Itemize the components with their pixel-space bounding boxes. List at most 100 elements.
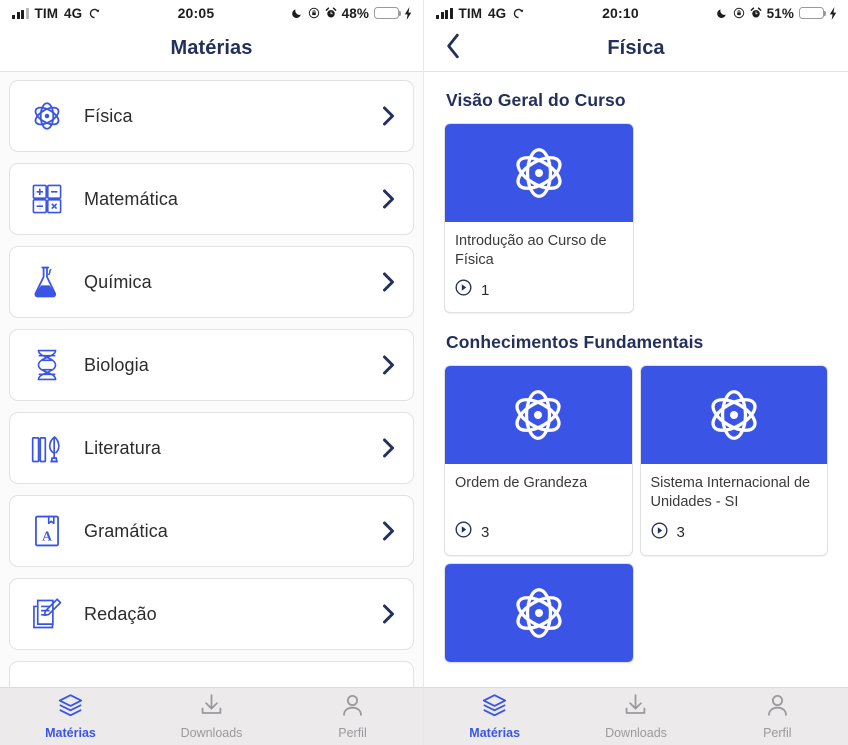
download-icon — [199, 693, 224, 722]
chevron-right-icon — [380, 189, 396, 209]
lesson-thumbnail — [445, 563, 633, 662]
section-title-overview: Visão Geral do Curso — [446, 90, 626, 110]
rotation-lock-icon — [308, 7, 320, 19]
tab-materias[interactable]: Matérias — [424, 693, 565, 740]
atom-icon — [24, 99, 70, 133]
layers-icon — [482, 693, 507, 722]
subject-label: Química — [84, 271, 152, 292]
status-left-group: TIM 4G — [12, 6, 101, 21]
card-row-overview: Introdução ao Curso de Física 1 — [444, 123, 828, 314]
tab-label: Downloads — [180, 726, 243, 740]
subject-item-biologia[interactable]: Biologia — [9, 329, 414, 401]
moon-icon — [291, 7, 303, 19]
course-content[interactable]: Visão Geral do Curso Introdução ao Curso… — [424, 72, 848, 745]
subject-item-redacao[interactable]: Redação — [9, 578, 414, 650]
subject-label: Matemática — [84, 188, 179, 209]
books-quill-icon — [24, 431, 70, 465]
network-type-label: 4G — [64, 5, 83, 21]
battery-percent-label: 48% — [341, 5, 369, 21]
subject-item-quimica[interactable]: Química — [9, 246, 414, 318]
tab-perfil[interactable]: Perfil — [282, 693, 423, 740]
lesson-count: 3 — [676, 524, 685, 541]
lesson-meta: 3 — [651, 522, 818, 544]
person-icon — [340, 693, 365, 722]
nav-bar-right: Física — [424, 26, 848, 72]
card-row-fundamentals: Ordem de Grandeza 3 Sistema Internaciona… — [444, 365, 828, 556]
dual-screenshot: TIM 4G 20:05 48% Matérias Física Matemát… — [0, 0, 848, 745]
page-title: Física — [607, 37, 665, 59]
carrier-label: TIM — [34, 5, 59, 21]
status-bar-left: TIM 4G 20:05 48% — [0, 0, 423, 26]
clock-label: 20:05 — [177, 5, 215, 21]
play-circle-icon — [455, 521, 472, 543]
chevron-left-icon — [445, 33, 461, 64]
chevron-right-icon — [380, 272, 396, 292]
moon-icon — [716, 7, 728, 19]
subject-label: Biologia — [84, 354, 149, 375]
page-title: Matérias — [170, 37, 253, 59]
download-icon — [623, 693, 648, 722]
signal-bars-icon — [436, 7, 453, 19]
phone-screen-subjects: TIM 4G 20:05 48% Matérias Física Matemát… — [0, 0, 424, 745]
lesson-card[interactable]: Sistema Internacional de Unidades - SI 3 — [639, 365, 828, 556]
chevron-right-icon — [380, 355, 396, 375]
lesson-thumbnail — [445, 124, 633, 222]
subjects-list[interactable]: Física Matemática Química Biologia Liter… — [0, 72, 423, 745]
svg-text:A: A — [42, 528, 52, 543]
tab-downloads[interactable]: Downloads — [141, 693, 282, 740]
alarm-clock-icon — [750, 7, 762, 19]
chevron-right-icon — [380, 604, 396, 624]
carrier-label: TIM — [458, 5, 483, 21]
layers-icon — [58, 693, 83, 722]
tab-label: Matérias — [469, 726, 521, 740]
status-right-group: 51% — [716, 6, 838, 21]
lightning-bolt-icon — [829, 6, 838, 20]
tab-materias[interactable]: Matérias — [0, 693, 141, 740]
subject-item-fisica[interactable]: Física — [9, 80, 414, 152]
tab-bar-left: Matérias Downloads Perfil — [0, 687, 423, 745]
lesson-count: 1 — [481, 281, 490, 299]
signal-bars-icon — [12, 7, 29, 19]
card-row-fundamentals-second — [444, 562, 828, 663]
subject-label: Física — [84, 105, 133, 126]
tab-bar-right: Matérias Downloads Perfil — [424, 687, 848, 745]
lesson-title: Sistema Internacional de Unidades - SI — [650, 475, 811, 511]
lesson-thumbnail — [640, 366, 827, 465]
section-title-fundamentals: Conhecimentos Fundamentais — [446, 332, 704, 353]
phone-screen-fisica: TIM 4G 20:10 51% Física Visão Geral do C… — [424, 0, 848, 745]
battery-icon — [374, 7, 402, 19]
document-pencil-icon — [24, 597, 70, 631]
tab-label: Perfil — [338, 726, 367, 740]
chevron-right-icon — [380, 438, 396, 458]
tab-downloads[interactable]: Downloads — [565, 693, 706, 740]
flask-icon — [24, 265, 70, 299]
chevron-right-icon — [380, 106, 396, 126]
status-bar-right: TIM 4G 20:10 51% — [424, 0, 848, 26]
subject-item-gramatica[interactable]: A Gramática — [9, 495, 414, 567]
lesson-card[interactable]: Ordem de Grandeza 3 — [444, 365, 633, 556]
tab-label: Downloads — [605, 726, 667, 740]
play-circle-icon — [455, 279, 472, 301]
tab-label: Matérias — [45, 726, 96, 740]
chevron-right-icon — [380, 521, 396, 541]
lesson-body: Ordem de Grandeza 3 — [445, 464, 632, 554]
location-arrow-icon — [512, 7, 525, 20]
subject-label: Redação — [84, 603, 157, 624]
battery-icon — [799, 7, 827, 19]
tab-perfil[interactable]: Perfil — [707, 693, 848, 740]
lesson-title: Introdução ao Curso de Física — [455, 233, 607, 269]
subject-item-literatura[interactable]: Literatura — [9, 412, 414, 484]
back-button[interactable] — [438, 33, 468, 64]
lesson-thumbnail — [445, 366, 632, 465]
subject-label: Gramática — [84, 520, 168, 541]
lesson-card-partial[interactable] — [444, 562, 634, 663]
dna-icon — [24, 348, 70, 382]
rotation-lock-icon — [733, 7, 745, 19]
alarm-clock-icon — [325, 7, 337, 19]
status-left-group: TIM 4G — [436, 6, 525, 21]
book-letter-a-icon: A — [24, 514, 70, 548]
lesson-card[interactable]: Introdução ao Curso de Física 1 — [444, 123, 634, 314]
subject-item-matematica[interactable]: Matemática — [9, 163, 414, 235]
clock-label: 20:10 — [602, 5, 639, 21]
lesson-title: Ordem de Grandeza — [455, 475, 588, 492]
